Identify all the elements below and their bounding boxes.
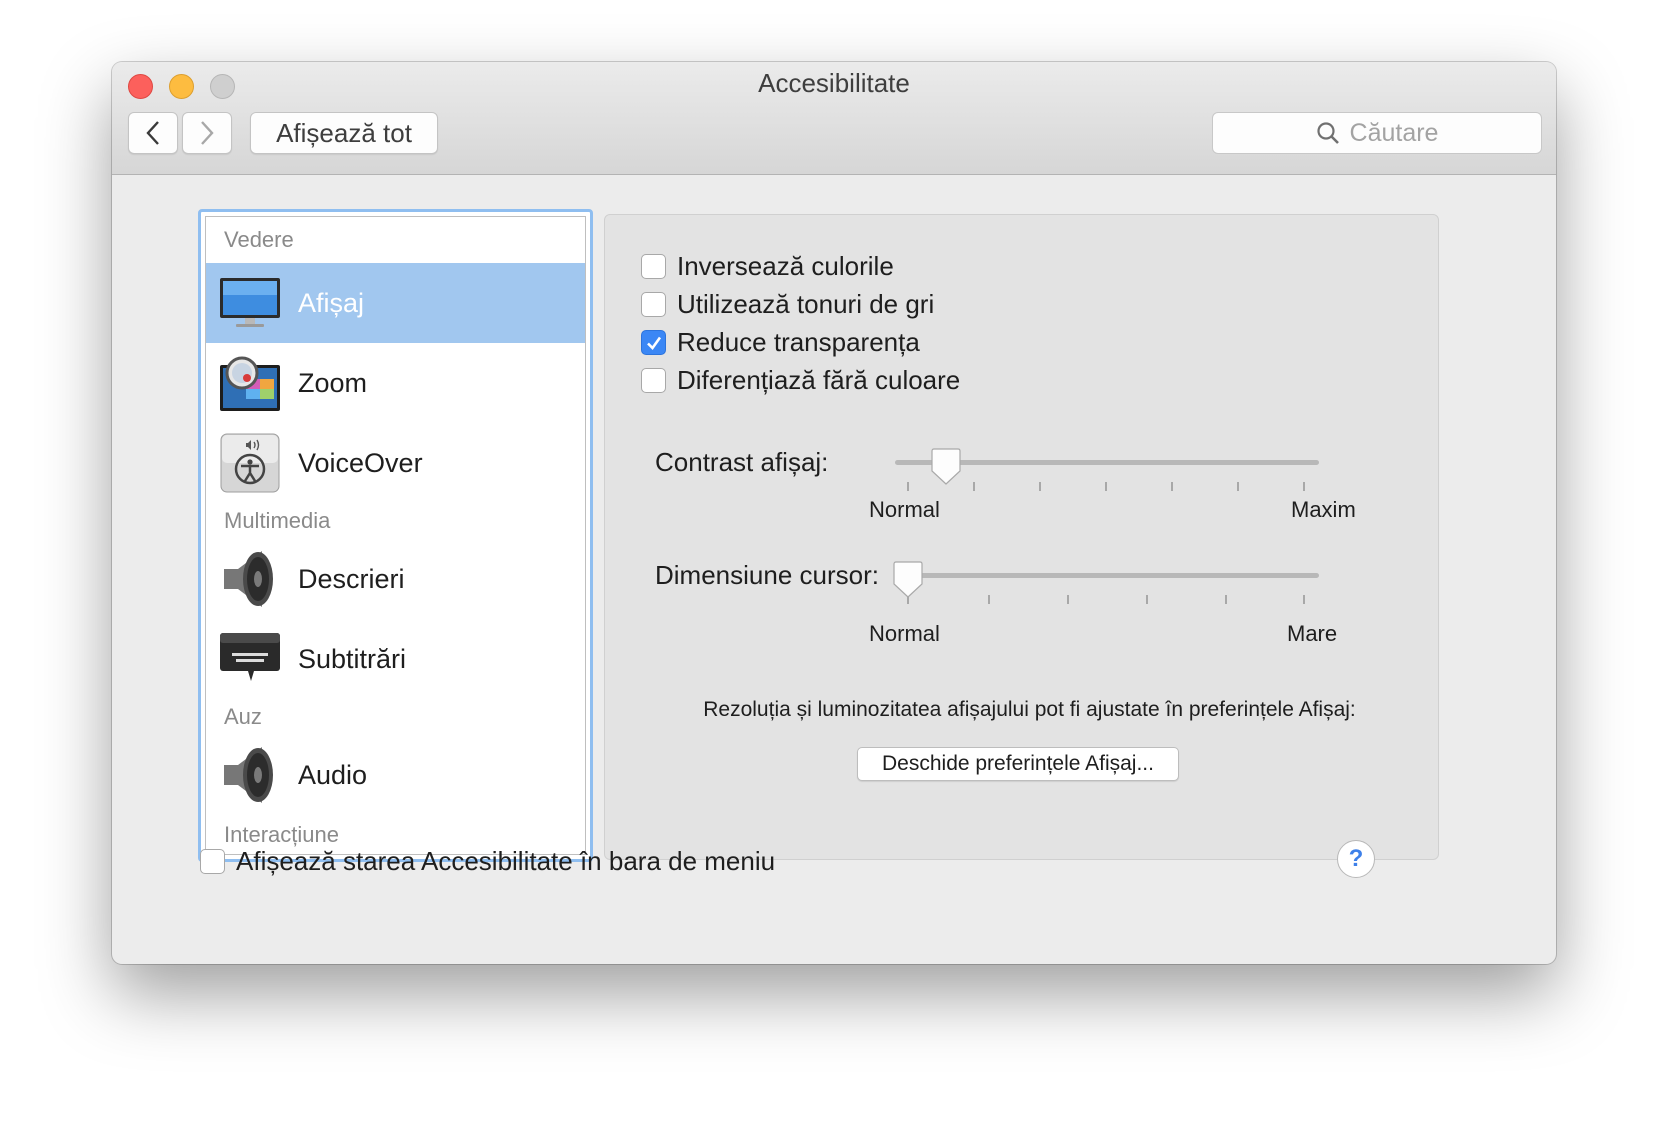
sidebar-item-label: Audio	[298, 759, 368, 790]
slider-tick	[907, 482, 909, 491]
zoom-icon	[220, 356, 280, 411]
checkbox-label: Utilizează tonuri de gri	[677, 289, 935, 319]
help-button[interactable]: ?	[1337, 840, 1375, 878]
search-field[interactable]: Căutare	[1212, 112, 1542, 154]
contrast-label: Contrast afișaj:	[655, 447, 829, 477]
back-button[interactable]	[128, 112, 178, 154]
slider-tick	[1225, 595, 1227, 604]
sidebar-item-subtitrari[interactable]: Subtitrări	[206, 619, 585, 699]
sidebar-item-afisaj[interactable]: Afișaj	[206, 263, 585, 343]
open-display-prefs-button[interactable]: Deschide preferințele Afișaj...	[857, 747, 1179, 781]
sidebar-item-label: VoiceOver	[298, 447, 423, 478]
slider-tick	[1105, 482, 1107, 491]
sidebar-item-label: Afișaj	[298, 287, 365, 318]
slider-tick	[973, 482, 975, 491]
grayscale-checkbox[interactable]: Utilizează tonuri de gri	[641, 289, 934, 320]
sidebar-item-descrieri[interactable]: Descrieri	[206, 539, 585, 619]
sidebar-focus-ring: Vedere Afișaj Zoom VoiceOver Multimedia …	[198, 209, 593, 862]
section-vedere: Vedere	[224, 227, 294, 252]
speaker-icon	[224, 747, 273, 803]
invert-colors-checkbox[interactable]: Inversează culorile	[641, 251, 894, 282]
preferences-window: Accesibilitate Afișează tot Căutare Vede…	[112, 62, 1556, 964]
cursor-min-label: Normal	[869, 621, 940, 646]
checkbox-label: Afișează starea Accesibilitate în bara d…	[236, 846, 776, 876]
slider-tick	[1067, 595, 1069, 604]
contrast-min-label: Normal	[869, 497, 940, 522]
slider-tick	[1303, 595, 1305, 604]
checkmark-icon	[646, 336, 661, 350]
slider-tick	[1146, 595, 1148, 604]
checkbox-box[interactable]	[641, 292, 666, 317]
search-placeholder: Căutare	[1349, 118, 1439, 147]
show-all-button[interactable]: Afișează tot	[250, 112, 438, 154]
window-title: Accesibilitate	[758, 68, 910, 98]
checkbox-box[interactable]	[200, 849, 225, 874]
slider-tick	[1039, 482, 1041, 491]
chevron-left-icon	[146, 121, 159, 145]
sidebar-item-label: Zoom	[298, 367, 368, 398]
checkbox-label: Reduce transparența	[677, 327, 920, 357]
category-sidebar[interactable]: Vedere Afișaj Zoom VoiceOver Multimedia …	[205, 216, 586, 855]
differentiate-without-color-checkbox[interactable]: Diferențiază fără culoare	[641, 365, 960, 396]
sidebar-item-label: Descrieri	[298, 563, 405, 594]
captions-icon	[220, 633, 280, 681]
cursor-slider-track[interactable]	[895, 573, 1319, 578]
section-multimedia: Multimedia	[224, 508, 331, 533]
section-auz: Auz	[224, 704, 262, 729]
slider-tick	[988, 595, 990, 604]
chevron-right-icon	[201, 121, 214, 145]
cursor-max-label: Mare	[1287, 621, 1338, 646]
contrast-slider-knob[interactable]	[929, 447, 963, 487]
sidebar-item-audio[interactable]: Audio	[206, 735, 585, 815]
checkbox-label: Inversează culorile	[677, 251, 894, 281]
forward-button[interactable]	[182, 112, 232, 154]
titlebar: Accesibilitate Afișează tot Căutare	[112, 62, 1556, 175]
voiceover-icon	[220, 433, 280, 493]
cursor-slider-knob[interactable]	[891, 560, 925, 600]
checkbox-label: Diferențiază fără culoare	[677, 365, 961, 395]
search-icon	[1316, 122, 1339, 144]
reduce-transparency-checkbox[interactable]: Reduce transparența	[641, 327, 920, 358]
menu-status-checkbox[interactable]: Afișează starea Accesibilitate în bara d…	[200, 846, 775, 877]
contrast-max-label: Maxim	[1291, 497, 1356, 522]
sidebar-item-voiceover[interactable]: VoiceOver	[206, 423, 585, 503]
display-icon	[220, 278, 280, 327]
cursor-size-label: Dimensiune cursor:	[655, 560, 879, 590]
slider-tick	[1303, 482, 1305, 491]
slider-tick	[1237, 482, 1239, 491]
sidebar-item-zoom[interactable]: Zoom	[206, 343, 585, 423]
checkbox-box[interactable]	[641, 254, 666, 279]
speaker-icon	[224, 551, 273, 607]
checkbox-box[interactable]	[641, 330, 666, 355]
display-prefs-note: Rezoluția și luminozitatea afișajului po…	[703, 698, 1356, 721]
slider-tick	[1171, 482, 1173, 491]
checkbox-box[interactable]	[641, 368, 666, 393]
sidebar-item-label: Subtitrări	[298, 643, 407, 674]
display-settings-panel: Inversează culorile Utilizează tonuri de…	[604, 214, 1439, 860]
